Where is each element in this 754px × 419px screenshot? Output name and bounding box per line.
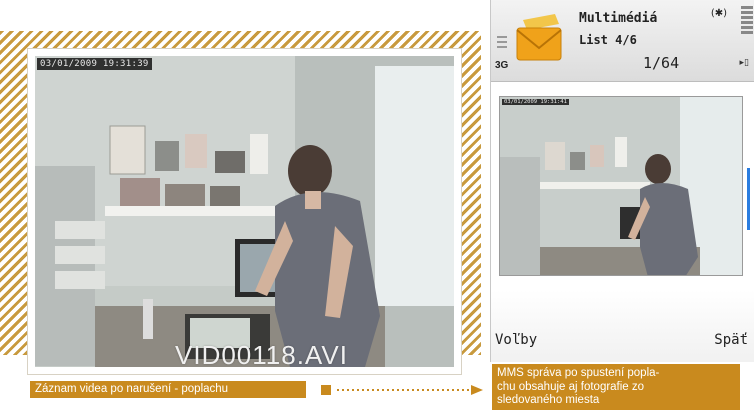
- options-softkey[interactable]: Voľby: [495, 332, 537, 348]
- room-scene-image: [35, 56, 454, 367]
- dotted-arrow-icon: [321, 385, 483, 395]
- mms-photo-timestamp: 03/01/2009 19:31:41: [502, 99, 569, 105]
- caption-mms-message: MMS správa po spustení popla- chu obsahu…: [492, 364, 740, 410]
- phone-title: Multimédiá: [579, 11, 658, 26]
- envelope-icon: [516, 14, 562, 61]
- camera-video-frame: 03/01/2009 19:31:39 VID00118.AVI: [28, 49, 461, 374]
- phone-subtitle: List 4/6: [579, 33, 637, 47]
- caption-mms-line-1: MMS správa po spustení popla-: [497, 367, 660, 379]
- phone-softkey-bar: [491, 290, 754, 362]
- camera-video-still: 03/01/2009 19:31:39 VID00118.AVI: [35, 56, 454, 367]
- caption-mms-line-2: chu obsahuje aj fotografie zo: [497, 380, 645, 393]
- menu-lines-icon: [497, 36, 507, 51]
- network-indicator: 3G: [495, 60, 509, 71]
- phone-header: Multimédiá List 4/6 1/64 3G (✱) ▸▯: [491, 0, 754, 82]
- signal-icon: (✱): [710, 8, 727, 19]
- caption-mms-line-3: sledovaného miesta: [497, 394, 600, 406]
- video-filename-overlay: VID00118.AVI: [175, 340, 348, 367]
- video-timestamp: 03/01/2009 19:31:39: [37, 58, 152, 70]
- phone-screen: Multimédiá List 4/6 1/64 3G (✱) ▸▯ 03/01…: [490, 0, 754, 362]
- back-softkey[interactable]: Späť: [714, 332, 748, 348]
- scrollbar[interactable]: [747, 168, 750, 230]
- nav-arrow-icon[interactable]: ▸▯: [740, 58, 749, 68]
- mms-photo[interactable]: 03/01/2009 19:31:41: [499, 96, 743, 276]
- mms-photo-image: [500, 97, 742, 275]
- battery-icon: [741, 6, 753, 36]
- message-counter: 1/64: [643, 54, 680, 72]
- caption-video-record: Záznam videa po narušení - poplachu: [30, 381, 306, 398]
